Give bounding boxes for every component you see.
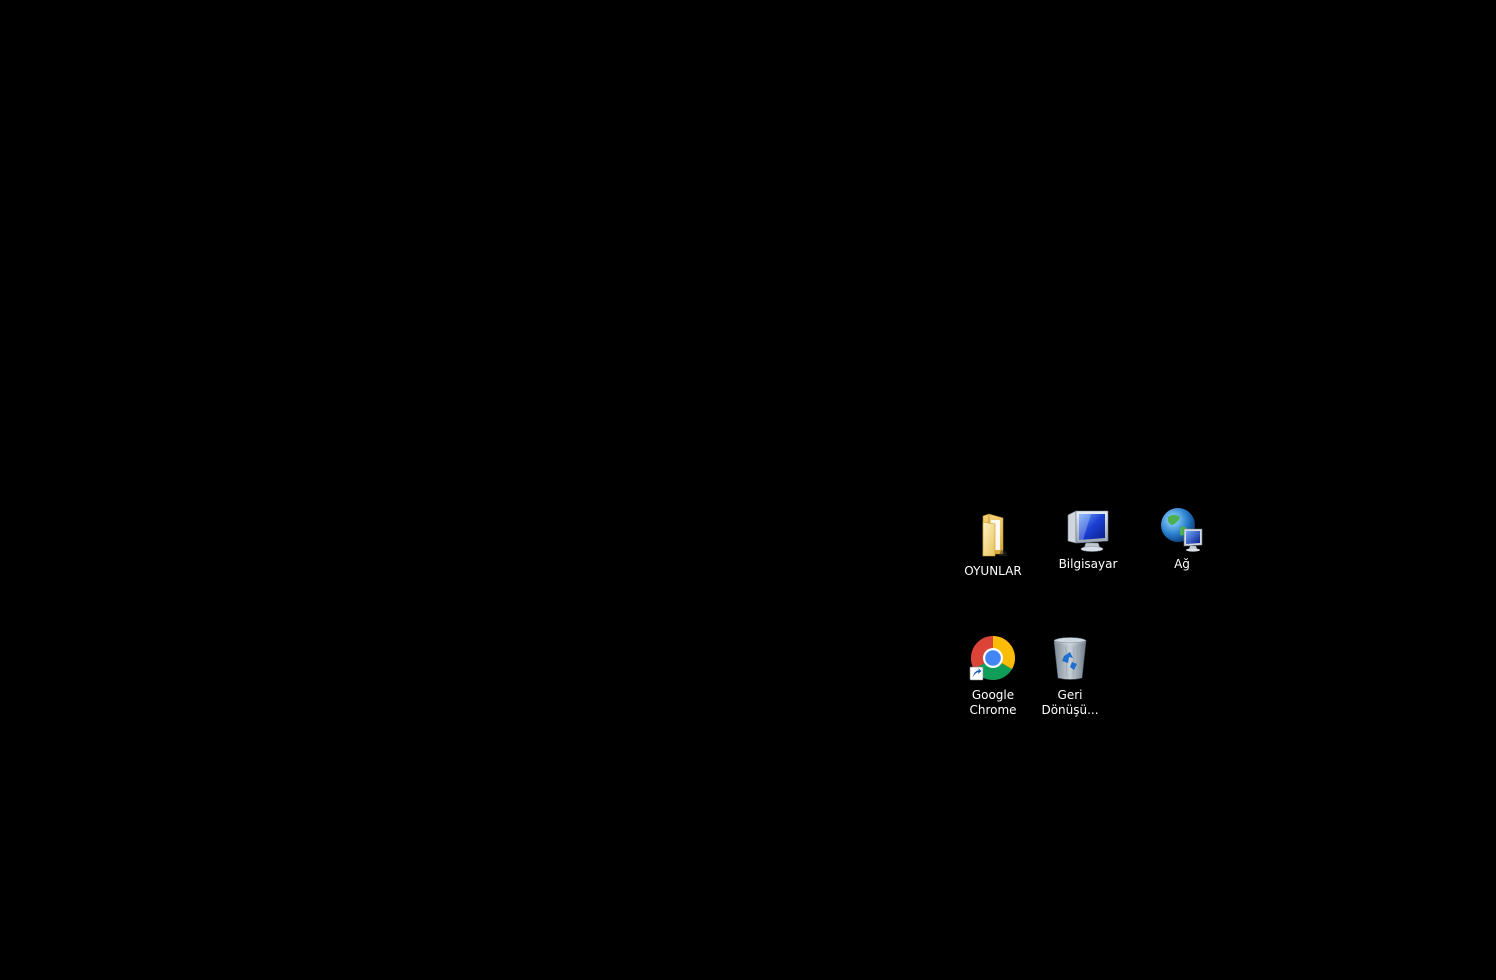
shortcut-arrow-icon	[969, 666, 984, 681]
icon-label: Geri Dönüşü...	[1041, 688, 1099, 717]
desktop-icon-google-chrome[interactable]: Google Chrome	[955, 634, 1031, 718]
folder-icon	[982, 513, 1007, 557]
icon-label: OYUNLAR	[964, 564, 1022, 578]
network-icon	[1161, 508, 1203, 552]
desktop-icon-ag[interactable]: Ağ	[1144, 505, 1220, 572]
desktop: OYUNLAR Bilgisayar Ağ Google Chrome Geri…	[0, 0, 1496, 980]
desktop-icon-oyunlar[interactable]: OYUNLAR	[955, 510, 1031, 579]
chrome-icon	[969, 636, 1015, 681]
icon-label: Bilgisayar	[1058, 557, 1118, 571]
computer-icon	[1067, 510, 1109, 552]
desktop-icon-recycle-bin[interactable]: Geri Dönüşü...	[1032, 634, 1108, 718]
recycle-bin-icon	[1053, 637, 1087, 680]
icon-label: Ağ	[1174, 557, 1190, 571]
desktop-icon-bilgisayar[interactable]: Bilgisayar	[1050, 505, 1126, 572]
icon-label: Google Chrome	[969, 688, 1017, 717]
